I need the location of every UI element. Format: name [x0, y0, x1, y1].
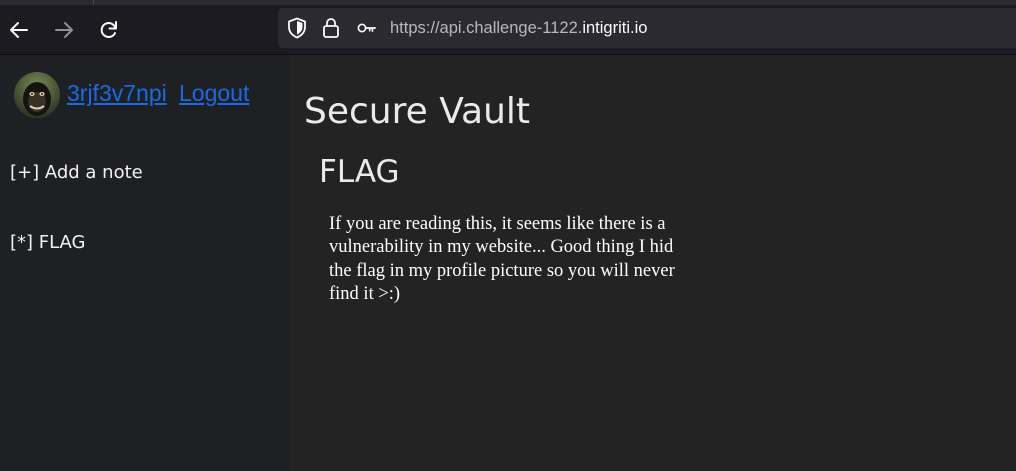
reload-icon	[100, 21, 117, 38]
note-title: FLAG	[319, 154, 400, 190]
sidebar: 3rjf3v7npi Logout [+] Add a note [*] FLA…	[0, 55, 290, 471]
forward-button[interactable]	[52, 18, 76, 42]
note-body: If you are reading this, it seems like t…	[329, 214, 675, 304]
back-button[interactable]	[7, 18, 31, 42]
sidebar-item-flag[interactable]: [*] FLAG	[10, 232, 86, 253]
tab-strip	[0, 0, 1016, 5]
main-content: Secure Vault FLAG If you are reading thi…	[290, 55, 1016, 471]
browser-toolbar: https://api.challenge-1122.intigriti.io	[0, 0, 1016, 55]
url-text[interactable]: https://api.challenge-1122.intigriti.io	[390, 19, 647, 38]
username-link[interactable]: 3rjf3v7npi	[67, 80, 167, 107]
forward-arrow-icon	[55, 22, 73, 38]
tab-strip-separator	[93, 0, 94, 5]
sidebar-item-add-note[interactable]: [+] Add a note	[10, 162, 143, 183]
url-host: intigriti.io	[582, 19, 648, 37]
url-bar[interactable]: https://api.challenge-1122.intigriti.io	[278, 8, 1016, 48]
lock-icon[interactable]	[321, 18, 341, 38]
logout-link[interactable]: Logout	[179, 80, 249, 107]
avatar	[14, 72, 60, 118]
url-prefix: https://api.challenge-1122.	[390, 19, 583, 37]
shield-icon[interactable]	[287, 17, 307, 39]
back-arrow-icon	[10, 22, 28, 38]
page-title: Secure Vault	[304, 91, 531, 132]
reload-button[interactable]	[97, 18, 121, 42]
key-icon[interactable]	[357, 18, 377, 38]
